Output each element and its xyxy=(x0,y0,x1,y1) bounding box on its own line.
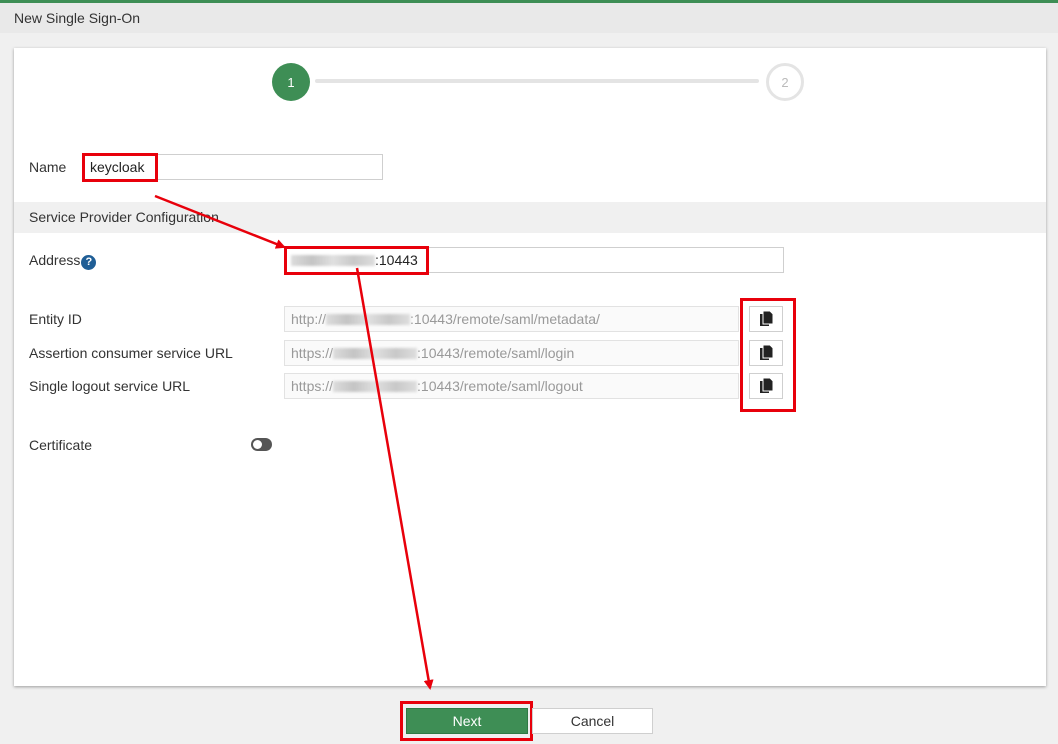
copy-acs-button[interactable] xyxy=(749,340,783,366)
section-title: Service Provider Configuration xyxy=(29,209,219,225)
step-1-indicator: 1 xyxy=(272,63,310,101)
acs-prefix: https:// xyxy=(291,345,334,361)
toggle-knob xyxy=(253,440,262,449)
name-input-value: keycloak xyxy=(90,159,145,175)
slo-suffix: :10443/remote/saml/logout xyxy=(417,378,583,394)
address-label: Address? xyxy=(29,252,97,270)
address-suffix: :10443 xyxy=(375,252,418,268)
certificate-label: Certificate xyxy=(29,437,93,453)
address-input[interactable]: :10443 xyxy=(284,247,784,273)
entity-id-label: Entity ID xyxy=(29,311,82,327)
next-button[interactable]: Next xyxy=(406,708,528,734)
slo-prefix: https:// xyxy=(291,378,334,394)
copy-icon xyxy=(759,377,773,393)
entity-id-suffix: :10443/remote/saml/metadata/ xyxy=(410,311,600,327)
redacted-host xyxy=(333,348,418,359)
section-header: Service Provider Configuration xyxy=(14,202,1046,233)
stepper-line xyxy=(315,79,759,83)
entity-id-prefix: http:// xyxy=(291,311,327,327)
cancel-button[interactable]: Cancel xyxy=(532,708,653,734)
redacted-host xyxy=(333,381,418,392)
copy-icon xyxy=(759,310,773,326)
copy-slo-button[interactable] xyxy=(749,373,783,399)
slo-label: Single logout service URL xyxy=(29,378,191,394)
slo-field[interactable]: https:// :10443/remote/saml/logout xyxy=(284,373,739,399)
acs-suffix: :10443/remote/saml/login xyxy=(417,345,575,361)
step-2-indicator: 2 xyxy=(766,63,804,101)
certificate-toggle[interactable] xyxy=(251,438,272,451)
redacted-host xyxy=(291,255,375,266)
window-titlebar: New Single Sign-On xyxy=(0,0,1058,33)
acs-label: Assertion consumer service URL xyxy=(29,345,233,361)
redacted-host xyxy=(326,314,411,325)
copy-entity-id-button[interactable] xyxy=(749,306,783,332)
help-circle-icon[interactable]: ? xyxy=(81,254,97,270)
acs-field[interactable]: https:// :10443/remote/saml/login xyxy=(284,340,739,366)
copy-icon xyxy=(759,344,773,360)
wizard-panel: 1 2 Name keycloak Service Provider Confi… xyxy=(14,48,1046,686)
address-label-text: Address xyxy=(29,252,81,268)
name-label: Name xyxy=(29,159,67,175)
window-title: New Single Sign-On xyxy=(14,10,141,26)
name-input[interactable]: keycloak xyxy=(83,154,383,180)
entity-id-field[interactable]: http:// :10443/remote/saml/metadata/ xyxy=(284,306,739,332)
